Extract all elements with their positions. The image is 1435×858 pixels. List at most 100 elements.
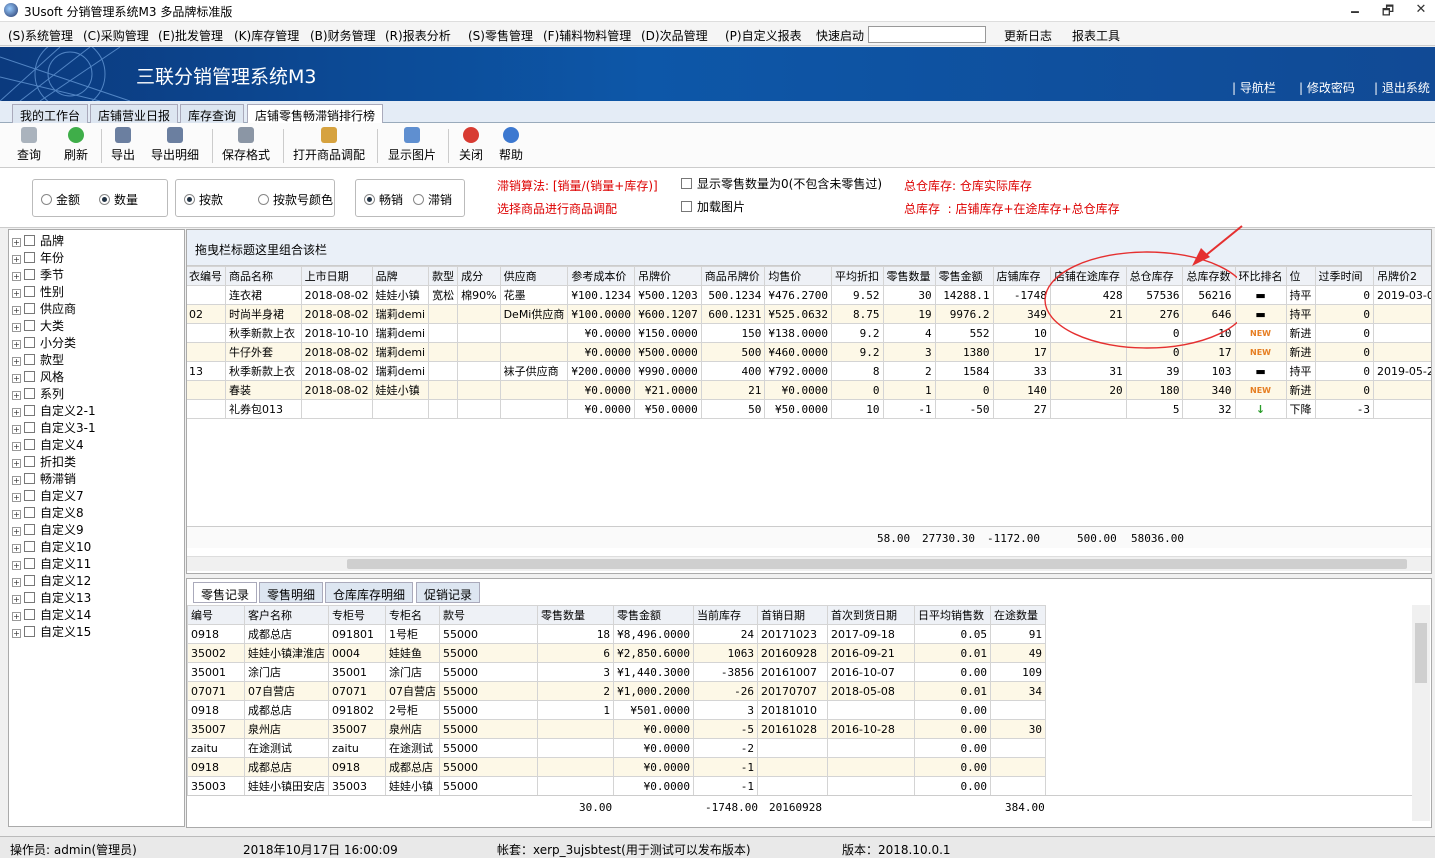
table-row[interactable]: 牛仔外套 2018-08-02 瑞莉demi ¥0.0000 ¥500.0000 500 ¥…	[187, 342, 1431, 362]
expand-icon[interactable]: +	[12, 459, 21, 468]
expand-icon[interactable]: +	[12, 527, 21, 536]
expand-icon[interactable]: +	[12, 255, 21, 264]
tree-node[interactable]: + 供应商	[12, 300, 76, 317]
expand-icon[interactable]: +	[12, 408, 21, 417]
tree-node[interactable]: + 自定义10	[12, 538, 91, 555]
tree-node[interactable]: + 折扣类	[12, 453, 76, 470]
menu-wholesale[interactable]: (E)批发管理	[158, 27, 223, 44]
save-format-button[interactable]: 保存格式	[222, 127, 270, 163]
detail-row[interactable]: 0918 成都总店 091802 2号柜 55000 1 ¥501.0000 3 2018101…	[187, 700, 1046, 720]
tree-checkbox[interactable]	[24, 456, 35, 467]
table-row[interactable]: 秋季新款上衣 2018-10-10 瑞莉demi ¥0.0000 ¥150.0000 15…	[187, 323, 1431, 343]
menu-defects[interactable]: (D)次品管理	[641, 27, 708, 44]
nav-link-password[interactable]: | 修改密码	[1299, 79, 1355, 96]
expand-icon[interactable]: +	[12, 238, 21, 247]
table-row[interactable]: 连衣裙 2018-08-02 娃娃小镇 宽松 棉90% 花墨 ¥100.1234 ¥500.1…	[187, 285, 1431, 305]
detail-row[interactable]: zaitu 在途测试 zaitu 在途测试 55000 ¥0.0000 -2 0.00	[187, 738, 1046, 758]
detail-row[interactable]: 0918 成都总店 091801 1号柜 55000 18 ¥8,496.0000 24 201…	[187, 624, 1046, 644]
help-button[interactable]: 帮助	[499, 127, 523, 163]
detail-row[interactable]: 35007 泉州店 35007 泉州店 55000 ¥0.0000 -5 20161028 20…	[187, 719, 1046, 739]
show-zero-checkbox[interactable]: 显示零售数量为0(不包含未零售过)	[681, 175, 882, 192]
tree-node[interactable]: + 品牌	[12, 232, 64, 249]
tree-checkbox[interactable]	[24, 541, 35, 552]
tree-checkbox[interactable]	[24, 575, 35, 586]
nav-link-navbar[interactable]: | 导航栏	[1232, 79, 1276, 96]
scroll-thumb[interactable]	[1415, 623, 1427, 683]
export-button[interactable]: 导出	[111, 127, 135, 163]
tree-node[interactable]: + 性别	[12, 283, 64, 300]
expand-icon[interactable]: +	[12, 612, 21, 621]
tab-warehouse-detail[interactable]: 仓库库存明细	[325, 582, 414, 603]
menu-custom-report[interactable]: (P)自定义报表	[725, 27, 802, 44]
column-header[interactable]: 专柜名	[385, 605, 440, 625]
maximize-button[interactable]: 🗗	[1373, 2, 1403, 20]
expand-icon[interactable]: +	[12, 561, 21, 570]
expand-icon[interactable]: +	[12, 340, 21, 349]
tree-checkbox[interactable]	[24, 337, 35, 348]
column-header[interactable]: 零售数量	[882, 266, 936, 286]
tree-node[interactable]: + 年份	[12, 249, 64, 266]
detail-row[interactable]: 35001 涂门店 35001 涂门店 55000 3 ¥1,440.3000 -3856 20…	[187, 662, 1046, 682]
tree-checkbox[interactable]	[24, 439, 35, 450]
tree-checkbox[interactable]	[24, 354, 35, 365]
column-header[interactable]: 客户名称	[244, 605, 329, 625]
menu-purchase[interactable]: (C)采购管理	[83, 27, 149, 44]
radio-slow-selling[interactable]: 滞销	[413, 191, 452, 208]
menu-retail[interactable]: (S)零售管理	[468, 27, 533, 44]
tree-node[interactable]: + 自定义8	[12, 504, 84, 521]
expand-icon[interactable]: +	[12, 289, 21, 298]
tree-node[interactable]: + 系列	[12, 385, 64, 402]
expand-icon[interactable]: +	[12, 595, 21, 604]
radio-by-style-color[interactable]: 按款号颜色	[258, 191, 333, 208]
open-allocation-button[interactable]: 打开商品调配	[293, 127, 365, 163]
allocation-tip[interactable]: 选择商品进行商品调配	[497, 200, 617, 217]
tree-checkbox[interactable]	[24, 524, 35, 535]
vertical-scrollbar[interactable]	[1412, 605, 1430, 821]
minimize-button[interactable]: 🗕	[1340, 2, 1370, 20]
query-button[interactable]: 查询	[17, 127, 41, 163]
column-header[interactable]: 平均折扣	[831, 266, 884, 286]
menu-system[interactable]: (S)系统管理	[8, 27, 73, 44]
tree-checkbox[interactable]	[24, 371, 35, 382]
column-header[interactable]: 零售金额	[613, 605, 694, 625]
tree-checkbox[interactable]	[24, 490, 35, 501]
tree-checkbox[interactable]	[24, 592, 35, 603]
tab-sales-ranking[interactable]: 店铺零售畅滞销排行榜	[247, 104, 384, 124]
column-header[interactable]: 过季时间	[1314, 266, 1374, 286]
expand-icon[interactable]: +	[12, 425, 21, 434]
expand-icon[interactable]: +	[12, 578, 21, 587]
tab-stock-query[interactable]: 库存查询	[180, 104, 245, 124]
expand-icon[interactable]: +	[12, 323, 21, 332]
tree-node[interactable]: + 风格	[12, 368, 64, 385]
tab-retail-records[interactable]: 零售记录	[193, 582, 258, 603]
expand-icon[interactable]: +	[12, 442, 21, 451]
tree-node[interactable]: + 大类	[12, 317, 64, 334]
tree-node[interactable]: + 自定义11	[12, 555, 91, 572]
tree-checkbox[interactable]	[24, 286, 35, 297]
tree-checkbox[interactable]	[24, 235, 35, 246]
tree-checkbox[interactable]	[24, 473, 35, 484]
detail-row[interactable]: 35003 娃娃小镇田安店 35003 娃娃小镇 55000 ¥0.0000 -1 0.00	[187, 776, 1046, 795]
tree-node[interactable]: + 畅滞销	[12, 470, 76, 487]
quick-launch-input[interactable]	[868, 26, 986, 43]
expand-icon[interactable]: +	[12, 476, 21, 485]
tree-checkbox[interactable]	[24, 507, 35, 518]
show-image-button[interactable]: 显示图片	[388, 127, 436, 163]
expand-icon[interactable]: +	[12, 357, 21, 366]
column-header[interactable]: 款型	[428, 266, 459, 286]
column-header[interactable]: 吊牌价	[633, 266, 702, 286]
column-header[interactable]: 专柜号	[328, 605, 386, 625]
menu-reports[interactable]: (R)报表分析	[385, 27, 451, 44]
tree-node[interactable]: + 自定义2-1	[12, 402, 96, 419]
expand-icon[interactable]: +	[12, 629, 21, 638]
export-detail-button[interactable]: 导出明细	[151, 127, 199, 163]
tree-checkbox[interactable]	[24, 558, 35, 569]
tree-node[interactable]: + 自定义4	[12, 436, 84, 453]
tree-checkbox[interactable]	[24, 252, 35, 263]
column-header[interactable]: 供应商	[499, 266, 569, 286]
column-header[interactable]: 零售数量	[537, 605, 614, 625]
tree-checkbox[interactable]	[24, 269, 35, 280]
tree-checkbox[interactable]	[24, 626, 35, 637]
column-header[interactable]: 款号	[439, 605, 538, 625]
expand-icon[interactable]: +	[12, 374, 21, 383]
